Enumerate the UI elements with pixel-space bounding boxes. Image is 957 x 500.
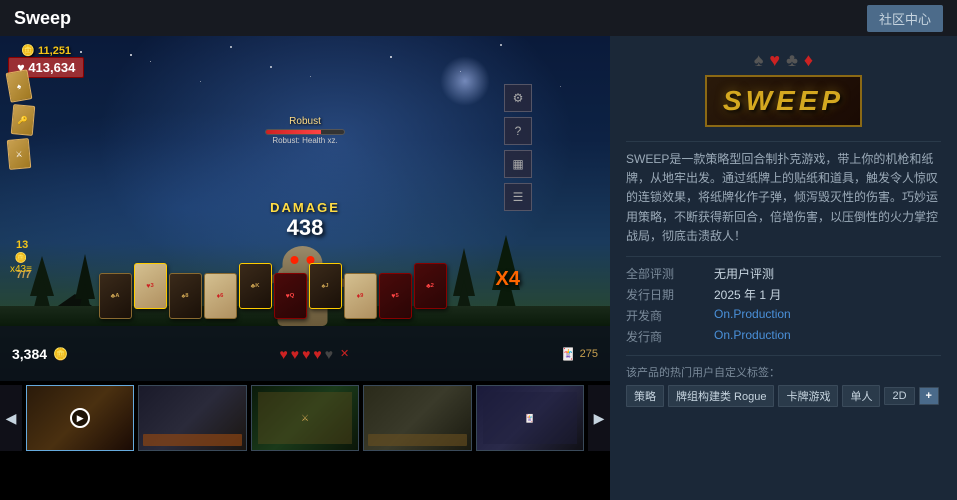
play-icon-1[interactable]: ▶ (70, 408, 90, 428)
suit-row: ♠ ♥ ♣ ♦ (705, 50, 862, 71)
tag-deckbuilder[interactable]: 牌组构建类 Rogue (668, 385, 774, 407)
game-scene: Robust Robust: Health xz. DAMAGE 438 🪙 (0, 36, 610, 381)
health-bar (265, 129, 345, 135)
map-icon-slot[interactable]: ▦ (504, 150, 532, 178)
heart-3: ♥ (302, 346, 310, 362)
thumbnail-1[interactable]: ▶ (26, 385, 134, 451)
thumb-content-bar-2 (143, 434, 241, 446)
stamina-display: 13 (16, 239, 28, 251)
coin-small-icon: 🪙 (53, 347, 68, 361)
heart-5: ♥ (325, 346, 333, 362)
tags-label: 该产品的热门用户自定义标签： (626, 364, 941, 380)
release-label: 发行日期 (626, 286, 706, 303)
float-card-1: ♠ (6, 69, 33, 102)
settings-icon-slot[interactable]: ⚙ (504, 84, 532, 112)
side-items: ⚙ ? ▦ ☰ (504, 84, 532, 211)
deck-icon: 🃏 (561, 347, 576, 361)
main-content: Robust Robust: Health xz. DAMAGE 438 🪙 (0, 36, 957, 500)
extra-icon-slot[interactable]: ☰ (504, 183, 532, 211)
health-hearts: ♥ ♥ ♥ ♥ ♥ ✕ (279, 346, 349, 362)
coin-display: 🪙 11,251 (21, 44, 71, 57)
total-score: 3,384 (12, 346, 47, 362)
tags-section: 该产品的热门用户自定义标签： 策略 牌组构建类 Rogue 卡牌游戏 单人 2D… (626, 355, 941, 407)
thumbnail-4[interactable] (363, 385, 471, 451)
review-value: 无用户评测 (714, 265, 941, 282)
monster-health-text: Robust: Health xz. (265, 136, 345, 145)
hud-top: 🪙 11,251 ♥ 413,634 ⚙ ? ▦ ☰ (0, 44, 610, 78)
card-4[interactable]: ♦6 (204, 273, 237, 319)
game-description: SWEEP是一款策略型回合制扑克游戏，带上你的机枪和纸牌，从地牢出发。通过纸牌上… (626, 141, 941, 246)
tags-list: 策略 牌组构建类 Rogue 卡牌游戏 单人 2D + (626, 385, 941, 407)
developer-label: 开发商 (626, 307, 706, 324)
thumb-content-3: ⚔ (258, 392, 352, 444)
thumb-content-5: 🃏 (483, 392, 577, 444)
release-value: 2025 年 1 月 (714, 286, 941, 303)
card-10[interactable]: ♣2 (414, 263, 447, 309)
header: Sweep 社区中心 (0, 0, 957, 36)
diamond-suit: ♦ (804, 50, 813, 71)
card-2[interactable]: ♥3 (134, 263, 167, 309)
thumbnail-strip: ◀ ▶ ⚔ (0, 381, 610, 455)
tag-singleplayer[interactable]: 单人 (842, 385, 880, 407)
bottom-left-hud: 3,384 🪙 (12, 346, 68, 362)
developer-link[interactable]: On.Production (714, 307, 941, 324)
heart-4: ♥ (313, 346, 321, 362)
left-floating-items: ♠ 🔑 ⚔ (8, 71, 34, 173)
health-bar-fill (266, 130, 321, 134)
damage-label: DAMAGE (270, 200, 340, 215)
logo-text: SWEEP (723, 85, 844, 117)
club-suit: ♣ (786, 50, 798, 71)
monster-health: Robust Robust: Health xz. (265, 116, 345, 145)
tag-2d[interactable]: 2D (884, 387, 914, 405)
bottom-right-hud: 🃏 275 (561, 347, 598, 361)
damage-value: 438 (270, 215, 340, 241)
card-8[interactable]: ♦9 (344, 273, 377, 319)
game-bottom-bar: 3,384 🪙 ♥ ♥ ♥ ♥ ♥ ✕ 🃏 275 (0, 326, 610, 381)
spade-suit: ♠ (754, 50, 764, 71)
bottom-cards-row: ♣A ♥3 ♠8 ♦6 ♣K ♥Q ♠J ♦9 ♥5 ♣2 (20, 273, 525, 319)
publisher-label: 发行商 (626, 328, 706, 345)
coins-counter: 🪙 x43≡ (10, 253, 32, 275)
tag-card-game[interactable]: 卡牌游戏 (778, 385, 838, 407)
logo-box: SWEEP (705, 75, 862, 127)
app-title: Sweep (14, 8, 71, 29)
coin-value: 11,251 (38, 45, 71, 57)
thumbnail-2[interactable] (138, 385, 246, 451)
card-3[interactable]: ♠8 (169, 273, 202, 319)
x-marker: ✕ (340, 347, 349, 360)
card-6[interactable]: ♥Q (274, 273, 307, 319)
coin-icon: 🪙 (21, 45, 35, 57)
card-7[interactable]: ♠J (309, 263, 342, 309)
thumbnail-5[interactable]: 🃏 (476, 385, 584, 451)
float-card-2: 🔑 (11, 104, 36, 136)
community-button[interactable]: 社区中心 (867, 5, 943, 32)
float-card-3: ⚔ (7, 138, 32, 170)
logo-container: ♠ ♥ ♣ ♦ SWEEP (705, 50, 862, 127)
next-arrow[interactable]: ▶ (588, 385, 610, 451)
thumbnails-list: ▶ ⚔ 🃏 (22, 385, 588, 451)
help-icon-slot[interactable]: ? (504, 117, 532, 145)
thumbnail-3[interactable]: ⚔ (251, 385, 359, 451)
card-5[interactable]: ♣K (239, 263, 272, 309)
thumb-content-bar-4 (368, 434, 466, 446)
card-9[interactable]: ♥5 (379, 273, 412, 319)
info-table: 全部评测 无用户评测 发行日期 2025 年 1 月 开发商 On.Produc… (626, 256, 941, 345)
review-label: 全部评测 (626, 265, 706, 282)
tag-strategy[interactable]: 策略 (626, 385, 664, 407)
video-container[interactable]: Robust Robust: Health xz. DAMAGE 438 🪙 (0, 36, 610, 381)
tag-more-button[interactable]: + (919, 387, 939, 405)
card-1[interactable]: ♣A (99, 273, 132, 319)
game-logo-area: ♠ ♥ ♣ ♦ SWEEP (626, 50, 941, 127)
info-panel: ♠ ♥ ♣ ♦ SWEEP SWEEP是一款策略型回合制扑克游戏，带上你的机枪和… (610, 36, 957, 500)
media-section: Robust Robust: Health xz. DAMAGE 438 🪙 (0, 36, 610, 500)
damage-display: DAMAGE 438 (270, 200, 340, 241)
heart-1: ♥ (279, 346, 287, 362)
prev-arrow[interactable]: ◀ (0, 385, 22, 451)
heart-suit: ♥ (769, 50, 780, 71)
heart-2: ♥ (291, 346, 299, 362)
deck-count: 275 (580, 348, 598, 360)
publisher-link[interactable]: On.Production (714, 328, 941, 345)
stamina-value: 13 (16, 239, 28, 251)
